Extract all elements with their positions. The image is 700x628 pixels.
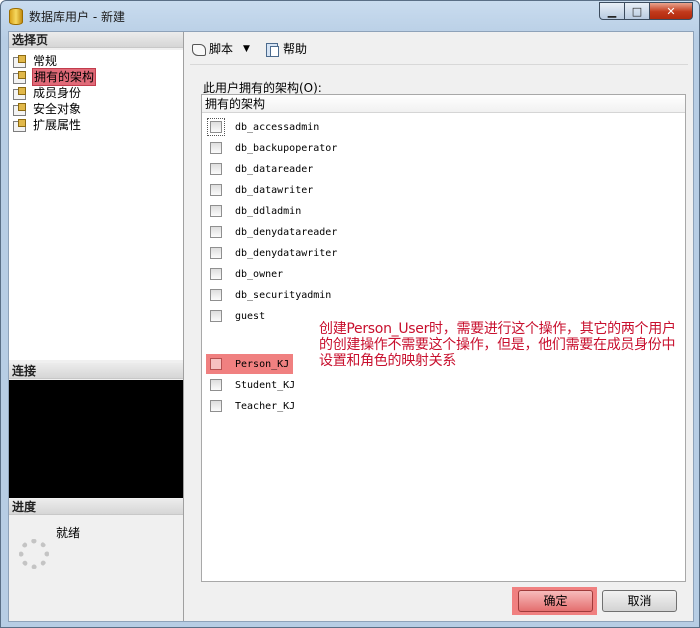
schema-checkbox[interactable] [210,310,222,322]
schema-row[interactable]: Teacher_KJ [210,396,295,416]
schema-row[interactable]: db_backupoperator [210,138,337,158]
page-icon [13,86,27,100]
annotation-note: 创建Person_User时，需要进行这个操作，其它的两个用户的创建操作不需要这… [319,321,676,369]
schema-row[interactable]: db_datawriter [210,180,313,200]
connection-header: 连接 [9,363,183,379]
main-panel: 脚本 ▼ 帮助 此用户拥有的架构(O): 拥有的架构 db_accessadmi… [184,32,693,621]
schema-row[interactable]: db_owner [210,264,283,284]
help-label: 帮助 [283,42,308,56]
schema-name: db_denydatawriter [235,247,338,259]
window-controls: ▁ □ ✕ [599,2,693,21]
schema-checkbox[interactable] [210,379,222,391]
toolbar-divider [190,64,688,65]
dropdown-arrow-icon[interactable]: ▼ [243,44,250,54]
schema-name: db_accessadmin [235,121,320,133]
schema-checkbox[interactable] [210,184,222,196]
schema-name: db_ddladmin [235,205,302,217]
schema-row[interactable]: db_denydatawriter [210,243,337,263]
help-icon [265,42,279,57]
progress-header: 进度 [9,499,183,515]
schema-name: db_owner [235,268,284,280]
schema-name: guest [235,310,266,322]
schema-checkbox[interactable] [210,400,222,412]
script-icon [191,42,206,56]
schema-row[interactable]: Student_KJ [210,375,295,395]
page-icon [13,118,27,132]
page-list: 常规 拥有的架构 成员身份 安全对象 扩展属性 [9,50,183,360]
cancel-button[interactable]: 取消 [602,590,677,612]
dialog-buttons: 确定 取消 [184,582,693,621]
dialog-client: 选择页 常规 拥有的架构 成员身份 安全对象 扩展属性 连接 进度 就绪 脚本 … [8,31,694,622]
ok-button[interactable]: 确定 [518,590,593,612]
schema-row[interactable]: guest [210,306,265,326]
left-panel: 选择页 常规 拥有的架构 成员身份 安全对象 扩展属性 连接 进度 就绪 [9,32,184,621]
page-item-membership[interactable]: 成员身份 [13,85,81,101]
page-item-general[interactable]: 常规 [13,53,57,69]
schema-name: db_denydatareader [235,226,338,238]
minimize-button[interactable]: ▁ [599,2,625,20]
schema-row[interactable]: db_denydatareader [210,222,337,242]
schema-row[interactable]: db_datareader [210,159,313,179]
page-item-label: 拥有的架构 [31,68,97,86]
column-header[interactable]: 拥有的架构 [202,95,685,113]
schema-name: Teacher_KJ [235,400,296,412]
progress-panel: 就绪 [9,516,183,621]
schema-checkbox[interactable] [210,163,222,175]
help-button[interactable]: 帮助 [265,40,307,57]
schema-name: Person_KJ [235,358,290,370]
script-label: 脚本 [209,42,234,56]
schema-name: Student_KJ [235,379,296,391]
select-page-header: 选择页 [9,32,183,48]
schema-checkbox[interactable] [210,358,222,370]
progress-spinner-icon [19,539,49,569]
page-item-extended-properties[interactable]: 扩展属性 [13,117,81,133]
schema-checkbox[interactable] [210,142,222,154]
toolbar: 脚本 ▼ 帮助 [184,32,693,62]
close-button[interactable]: ✕ [649,2,693,20]
page-icon [13,70,27,84]
page-icon [13,54,27,68]
schema-row[interactable]: db_accessadmin [207,117,320,137]
schema-name: db_datawriter [235,184,314,196]
schema-checkbox[interactable] [210,226,222,238]
page-item-label: 扩展属性 [33,118,82,132]
title-bar[interactable]: 数据库用户 - 新建 ▁ □ ✕ [1,1,699,31]
script-button[interactable]: 脚本 ▼ [191,40,250,57]
maximize-button[interactable]: □ [624,2,650,20]
connection-panel [9,380,183,498]
schema-name: db_backupoperator [235,142,338,154]
schema-row[interactable]: db_securityadmin [210,285,331,305]
dialog-window: 数据库用户 - 新建 ▁ □ ✕ 选择页 常规 拥有的架构 成员身份 安全对象 … [0,0,700,628]
progress-status: 就绪 [56,526,81,540]
schema-checkbox[interactable] [210,289,222,301]
schema-row-highlighted[interactable]: Person_KJ [206,354,294,374]
schema-checkbox[interactable] [207,118,225,136]
schema-checkbox[interactable] [210,268,222,280]
schema-checkbox[interactable] [210,205,222,217]
database-icon [9,8,23,25]
page-item-label: 安全对象 [33,102,82,116]
schema-checkbox[interactable] [210,247,222,259]
window-title: 数据库用户 - 新建 [29,10,125,24]
page-item-securables[interactable]: 安全对象 [13,101,81,117]
schema-name: db_datareader [235,163,314,175]
schema-name: db_securityadmin [235,289,332,301]
page-item-label: 成员身份 [33,86,82,100]
page-icon [13,102,27,116]
schema-row[interactable]: db_ddladmin [210,201,301,221]
page-item-owned-schemas[interactable]: 拥有的架构 [13,68,97,86]
page-item-label: 常规 [33,54,58,68]
